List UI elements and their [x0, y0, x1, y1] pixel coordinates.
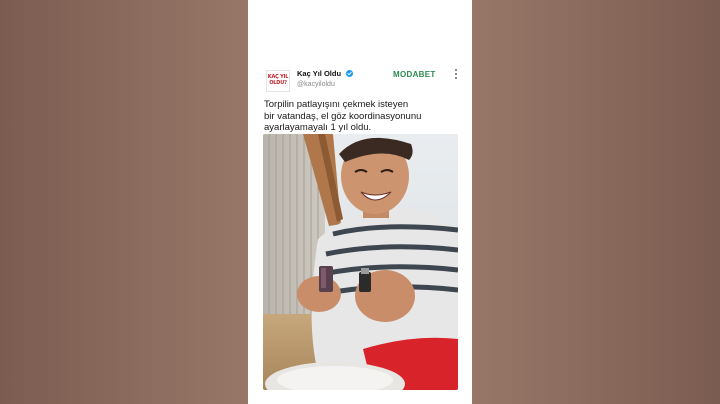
verified-badge-icon — [346, 70, 354, 77]
blurred-background-right — [472, 0, 720, 404]
author-name: Kaç Yıl Oldu — [297, 69, 342, 78]
video-frame-illustration — [263, 134, 458, 390]
tweet-text-line: Torpilin patlayışını çekmek isteyen — [264, 99, 409, 110]
tweet-header: KAÇ YIL OLDU? Kaç Yıl Oldu @kacyiloldu M… — [266, 66, 462, 94]
tweet-card: KAÇ YIL OLDU? Kaç Yıl Oldu @kacyiloldu M… — [248, 0, 472, 404]
tweet-text-line: bir vatandaş, el göz koordinasyonunu — [264, 110, 422, 122]
author-name-row[interactable]: Kaç Yıl Oldu — [297, 69, 354, 78]
tweet-video[interactable] — [263, 134, 458, 390]
author-handle: @kacyiloldu — [297, 81, 335, 88]
tweet-text-line: ayarlayamayalı 1 yıl oldu. — [264, 122, 372, 133]
avatar[interactable]: KAÇ YIL OLDU? — [266, 70, 290, 92]
blurred-background-left — [0, 0, 248, 404]
more-options-icon[interactable] — [453, 68, 459, 80]
shorts-frame: KAÇ YIL OLDU? Kaç Yıl Oldu @kacyiloldu M… — [0, 0, 720, 404]
sponsor-logo: MODABET — [393, 70, 436, 79]
avatar-text-bottom: OLDU? — [269, 80, 287, 86]
tweet-text: Torpilin patlayışını çekmek isteyen bir … — [264, 99, 460, 134]
